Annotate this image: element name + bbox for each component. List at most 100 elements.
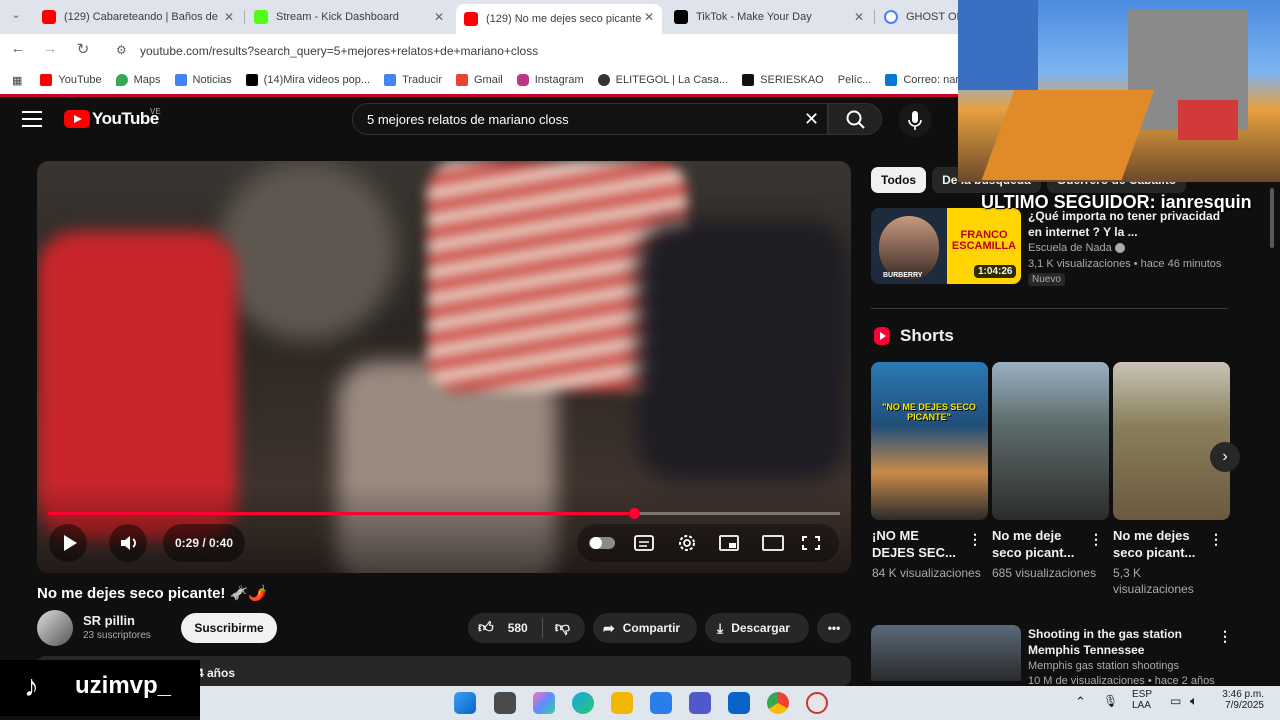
- clock[interactable]: 3:46 p.m. 7/9/2025: [1218, 689, 1264, 711]
- microphone-icon: [908, 111, 922, 130]
- bookmark-noticias[interactable]: Noticias: [174, 74, 232, 86]
- share-button[interactable]: ➦ Compartir: [593, 613, 697, 643]
- search-input[interactable]: 5 mejores relatos de mariano closs: [352, 103, 828, 135]
- close-icon[interactable]: ✕: [644, 10, 654, 24]
- video-player[interactable]: 0:29 / 0:40: [37, 161, 851, 573]
- download-label: Descargar: [731, 621, 790, 635]
- short-thumbnail[interactable]: "NO ME DEJES SECO PICANTE": [871, 362, 988, 520]
- close-icon[interactable]: ✕: [224, 10, 234, 24]
- recommended-video-channel[interactable]: Memphis gas station shootings: [1028, 660, 1179, 672]
- recommended-video-channel[interactable]: Escuela de Nada: [1028, 242, 1125, 254]
- url-text: youtube.com/results?search_query=5+mejor…: [140, 44, 539, 58]
- bookmark-maps[interactable]: Maps: [115, 74, 161, 86]
- bookmark-instagram[interactable]: Instagram: [516, 74, 584, 86]
- outlook-icon[interactable]: [728, 692, 750, 714]
- channel-avatar[interactable]: [37, 610, 73, 646]
- video-title: No me dejes seco picante! 🫏🌶️: [37, 585, 267, 602]
- voice-search-button[interactable]: [898, 103, 932, 137]
- close-icon[interactable]: ✕: [434, 10, 444, 24]
- miniplayer-icon[interactable]: [719, 535, 739, 551]
- volume-button[interactable]: [109, 524, 147, 562]
- menu-icon[interactable]: [22, 111, 42, 127]
- recommended-video-title[interactable]: Shooting in the gas station Memphis Tenn…: [1028, 626, 1208, 658]
- page-scrollbar[interactable]: [1268, 182, 1276, 682]
- close-icon[interactable]: ✕: [854, 10, 864, 24]
- more-vertical-icon[interactable]: ⋮: [968, 531, 982, 548]
- chrome-icon[interactable]: [767, 692, 789, 714]
- apps-grid-icon[interactable]: ▦: [12, 74, 22, 87]
- network-icon[interactable]: ▭: [1170, 694, 1181, 708]
- short-title[interactable]: ¡NO ME DEJES SEC...: [872, 527, 962, 561]
- tiktok-watermark: ♪ uzimvp_: [0, 660, 200, 716]
- address-bar[interactable]: ⚙ youtube.com/results?search_query=5+mej…: [106, 38, 958, 64]
- more-vertical-icon[interactable]: ⋮: [1089, 531, 1103, 548]
- subscribe-button[interactable]: Suscribirme: [181, 613, 277, 643]
- recommended-video-thumbnail[interactable]: [871, 625, 1021, 681]
- shorts-next-arrow-icon[interactable]: ›: [1210, 442, 1240, 472]
- google-favicon-icon: [884, 10, 898, 24]
- bookmark-mira-videos[interactable]: (14)Mira videos pop...: [245, 74, 370, 86]
- autoplay-toggle-icon[interactable]: [589, 537, 615, 549]
- tab-search-icon[interactable]: ⌄: [6, 8, 26, 21]
- teams-icon[interactable]: [689, 692, 711, 714]
- clear-search-icon[interactable]: ✕: [804, 109, 819, 130]
- dislike-icon[interactable]: 👎︎: [555, 619, 570, 637]
- subtitles-icon[interactable]: [634, 535, 654, 551]
- tab-active-video[interactable]: (129) No me dejes seco picante ✕: [456, 4, 662, 34]
- file-explorer-icon[interactable]: [611, 692, 633, 714]
- youtube-logo[interactable]: YouTube VE: [64, 107, 161, 129]
- short-thumbnail[interactable]: [992, 362, 1109, 520]
- microphone-tray-icon[interactable]: 🎙︎: [1103, 694, 1118, 708]
- like-icon[interactable]: 👍︎: [478, 619, 494, 637]
- bookmark-youtube[interactable]: YouTube: [40, 74, 102, 86]
- app-icon[interactable]: [806, 692, 828, 714]
- progress-scrubber[interactable]: [629, 508, 641, 519]
- short-title[interactable]: No me dejes seco picant...: [1113, 527, 1203, 561]
- browser-toolbar: ← → ↻ ⚙ youtube.com/results?search_query…: [0, 34, 958, 66]
- download-button[interactable]: ⤓ Descargar: [705, 613, 809, 643]
- forward-arrow-icon[interactable]: →: [40, 40, 60, 57]
- tab-tiktok[interactable]: TikTok - Make Your Day ✕: [666, 4, 872, 30]
- bookmark-serieskao[interactable]: SERIESKAO: [742, 74, 824, 86]
- more-vertical-icon[interactable]: ⋮: [1218, 628, 1232, 645]
- settings-gear-icon[interactable]: [679, 535, 695, 551]
- copilot-icon[interactable]: [533, 692, 555, 714]
- channel-name[interactable]: SR pillin: [83, 613, 135, 628]
- tab-ghost-of[interactable]: GHOST OF: [876, 4, 958, 30]
- windows-start-icon[interactable]: [454, 692, 476, 714]
- bookmark-traducir[interactable]: Traducir: [384, 74, 442, 86]
- chip-todos[interactable]: Todos: [871, 167, 927, 193]
- speaker-icon[interactable]: 🔈︎: [1190, 693, 1198, 709]
- more-vertical-icon[interactable]: ⋮: [1209, 531, 1223, 548]
- scrollbar-thumb[interactable]: [1270, 188, 1274, 248]
- progress-bar[interactable]: [48, 508, 840, 519]
- more-actions-button[interactable]: •••: [817, 613, 851, 643]
- search-button[interactable]: [828, 103, 882, 135]
- theater-mode-icon[interactable]: [762, 535, 784, 551]
- bookmark-correo[interactable]: Correo: nan: [885, 74, 961, 86]
- short-title[interactable]: No me deje seco picant...: [992, 527, 1082, 561]
- site-info-icon[interactable]: ⚙: [116, 43, 132, 59]
- task-view-icon[interactable]: [494, 692, 516, 714]
- tab-kick-dashboard[interactable]: Stream - Kick Dashboard ✕: [246, 4, 452, 30]
- game-block: [981, 90, 1155, 180]
- reload-icon[interactable]: ↻: [73, 40, 93, 58]
- show-hidden-icons-chevron-icon[interactable]: ⌃: [1075, 694, 1086, 710]
- play-button[interactable]: [49, 524, 87, 562]
- language-indicator[interactable]: ESP LAA: [1132, 689, 1152, 711]
- bookmark-gmail[interactable]: Gmail: [456, 74, 503, 86]
- back-arrow-icon[interactable]: ←: [8, 40, 28, 57]
- like-count[interactable]: 580: [508, 621, 528, 635]
- search-icon: [846, 110, 865, 129]
- logo-text: YouTube: [92, 109, 159, 128]
- short-thumbnail[interactable]: [1113, 362, 1230, 520]
- tab-cabareteando[interactable]: (129) Cabareteando | Baños de ✕: [34, 4, 242, 30]
- microsoft-store-icon[interactable]: [650, 692, 672, 714]
- thumbnail-person: [879, 216, 939, 280]
- edge-icon[interactable]: [572, 692, 594, 714]
- bookmark-peliculas[interactable]: Pelíc...: [838, 74, 872, 86]
- short-views: 5,3 K visualizaciones: [1113, 566, 1194, 596]
- bookmark-elitegol[interactable]: ELITEGOL | La Casa...: [597, 74, 728, 86]
- fullscreen-icon[interactable]: [802, 536, 820, 550]
- bookmark-label: SERIESKAO: [760, 74, 824, 86]
